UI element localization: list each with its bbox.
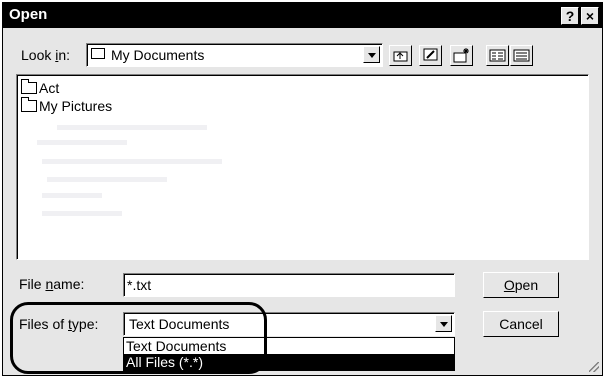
- up-folder-button[interactable]: [389, 45, 412, 66]
- folder-icon: [21, 79, 37, 94]
- desktop-icon: [423, 48, 438, 61]
- files-of-type-label: Files of type:: [19, 316, 99, 332]
- open-button-accelerator: O: [503, 277, 515, 293]
- details-view-button[interactable]: [510, 45, 533, 66]
- list-item-label: My Pictures: [39, 98, 113, 114]
- files-of-type-dropdown-arrow[interactable]: [435, 315, 452, 332]
- file-name-field[interactable]: *.txt: [123, 273, 455, 297]
- look-in-value: My Documents: [111, 47, 205, 63]
- dialog-title: Open: [9, 6, 48, 23]
- faint-artifact: [42, 159, 222, 164]
- look-in-dropdown-arrow[interactable]: [363, 46, 380, 63]
- desktop-button[interactable]: [419, 45, 442, 66]
- list-item[interactable]: My Pictures: [21, 97, 112, 115]
- close-button[interactable]: ×: [581, 7, 599, 25]
- list-view-icon: [489, 49, 506, 62]
- faint-artifact: [57, 125, 207, 130]
- up-folder-icon: [393, 51, 408, 62]
- list-item-label: Act: [39, 80, 60, 96]
- title-bar[interactable]: Open ? ×: [3, 3, 602, 28]
- cancel-button[interactable]: Cancel: [483, 311, 559, 337]
- new-folder-icon: [453, 48, 469, 63]
- option-text-documents[interactable]: Text Documents: [124, 338, 454, 354]
- details-view-icon: [513, 49, 530, 62]
- file-name-value: *.txt: [127, 277, 152, 293]
- faint-artifact: [37, 140, 127, 145]
- my-documents-icon: [91, 48, 105, 59]
- new-folder-button[interactable]: [450, 45, 473, 66]
- faint-artifact: [42, 193, 102, 198]
- look-in-dropdown[interactable]: My Documents: [86, 43, 383, 67]
- look-in-label: Look in:: [21, 47, 71, 63]
- list-item[interactable]: Act: [21, 79, 59, 97]
- open-button[interactable]: Open: [483, 272, 559, 298]
- file-name-label: File name:: [19, 276, 85, 292]
- list-view-button[interactable]: [486, 45, 509, 66]
- option-all-files[interactable]: All Files (*.*): [124, 354, 454, 370]
- faint-artifact: [42, 211, 122, 216]
- faint-artifact: [47, 177, 167, 182]
- files-of-type-options[interactable]: Text Documents All Files (*.*): [123, 337, 455, 371]
- file-list[interactable]: Act My Pictures: [16, 74, 589, 260]
- files-of-type-value: Text Documents: [129, 316, 230, 332]
- open-button-label: pen: [514, 277, 539, 293]
- files-of-type-dropdown[interactable]: Text Documents: [123, 312, 455, 336]
- folder-icon: [21, 97, 37, 112]
- help-button[interactable]: ?: [561, 7, 579, 25]
- resize-grip[interactable]: [589, 362, 599, 372]
